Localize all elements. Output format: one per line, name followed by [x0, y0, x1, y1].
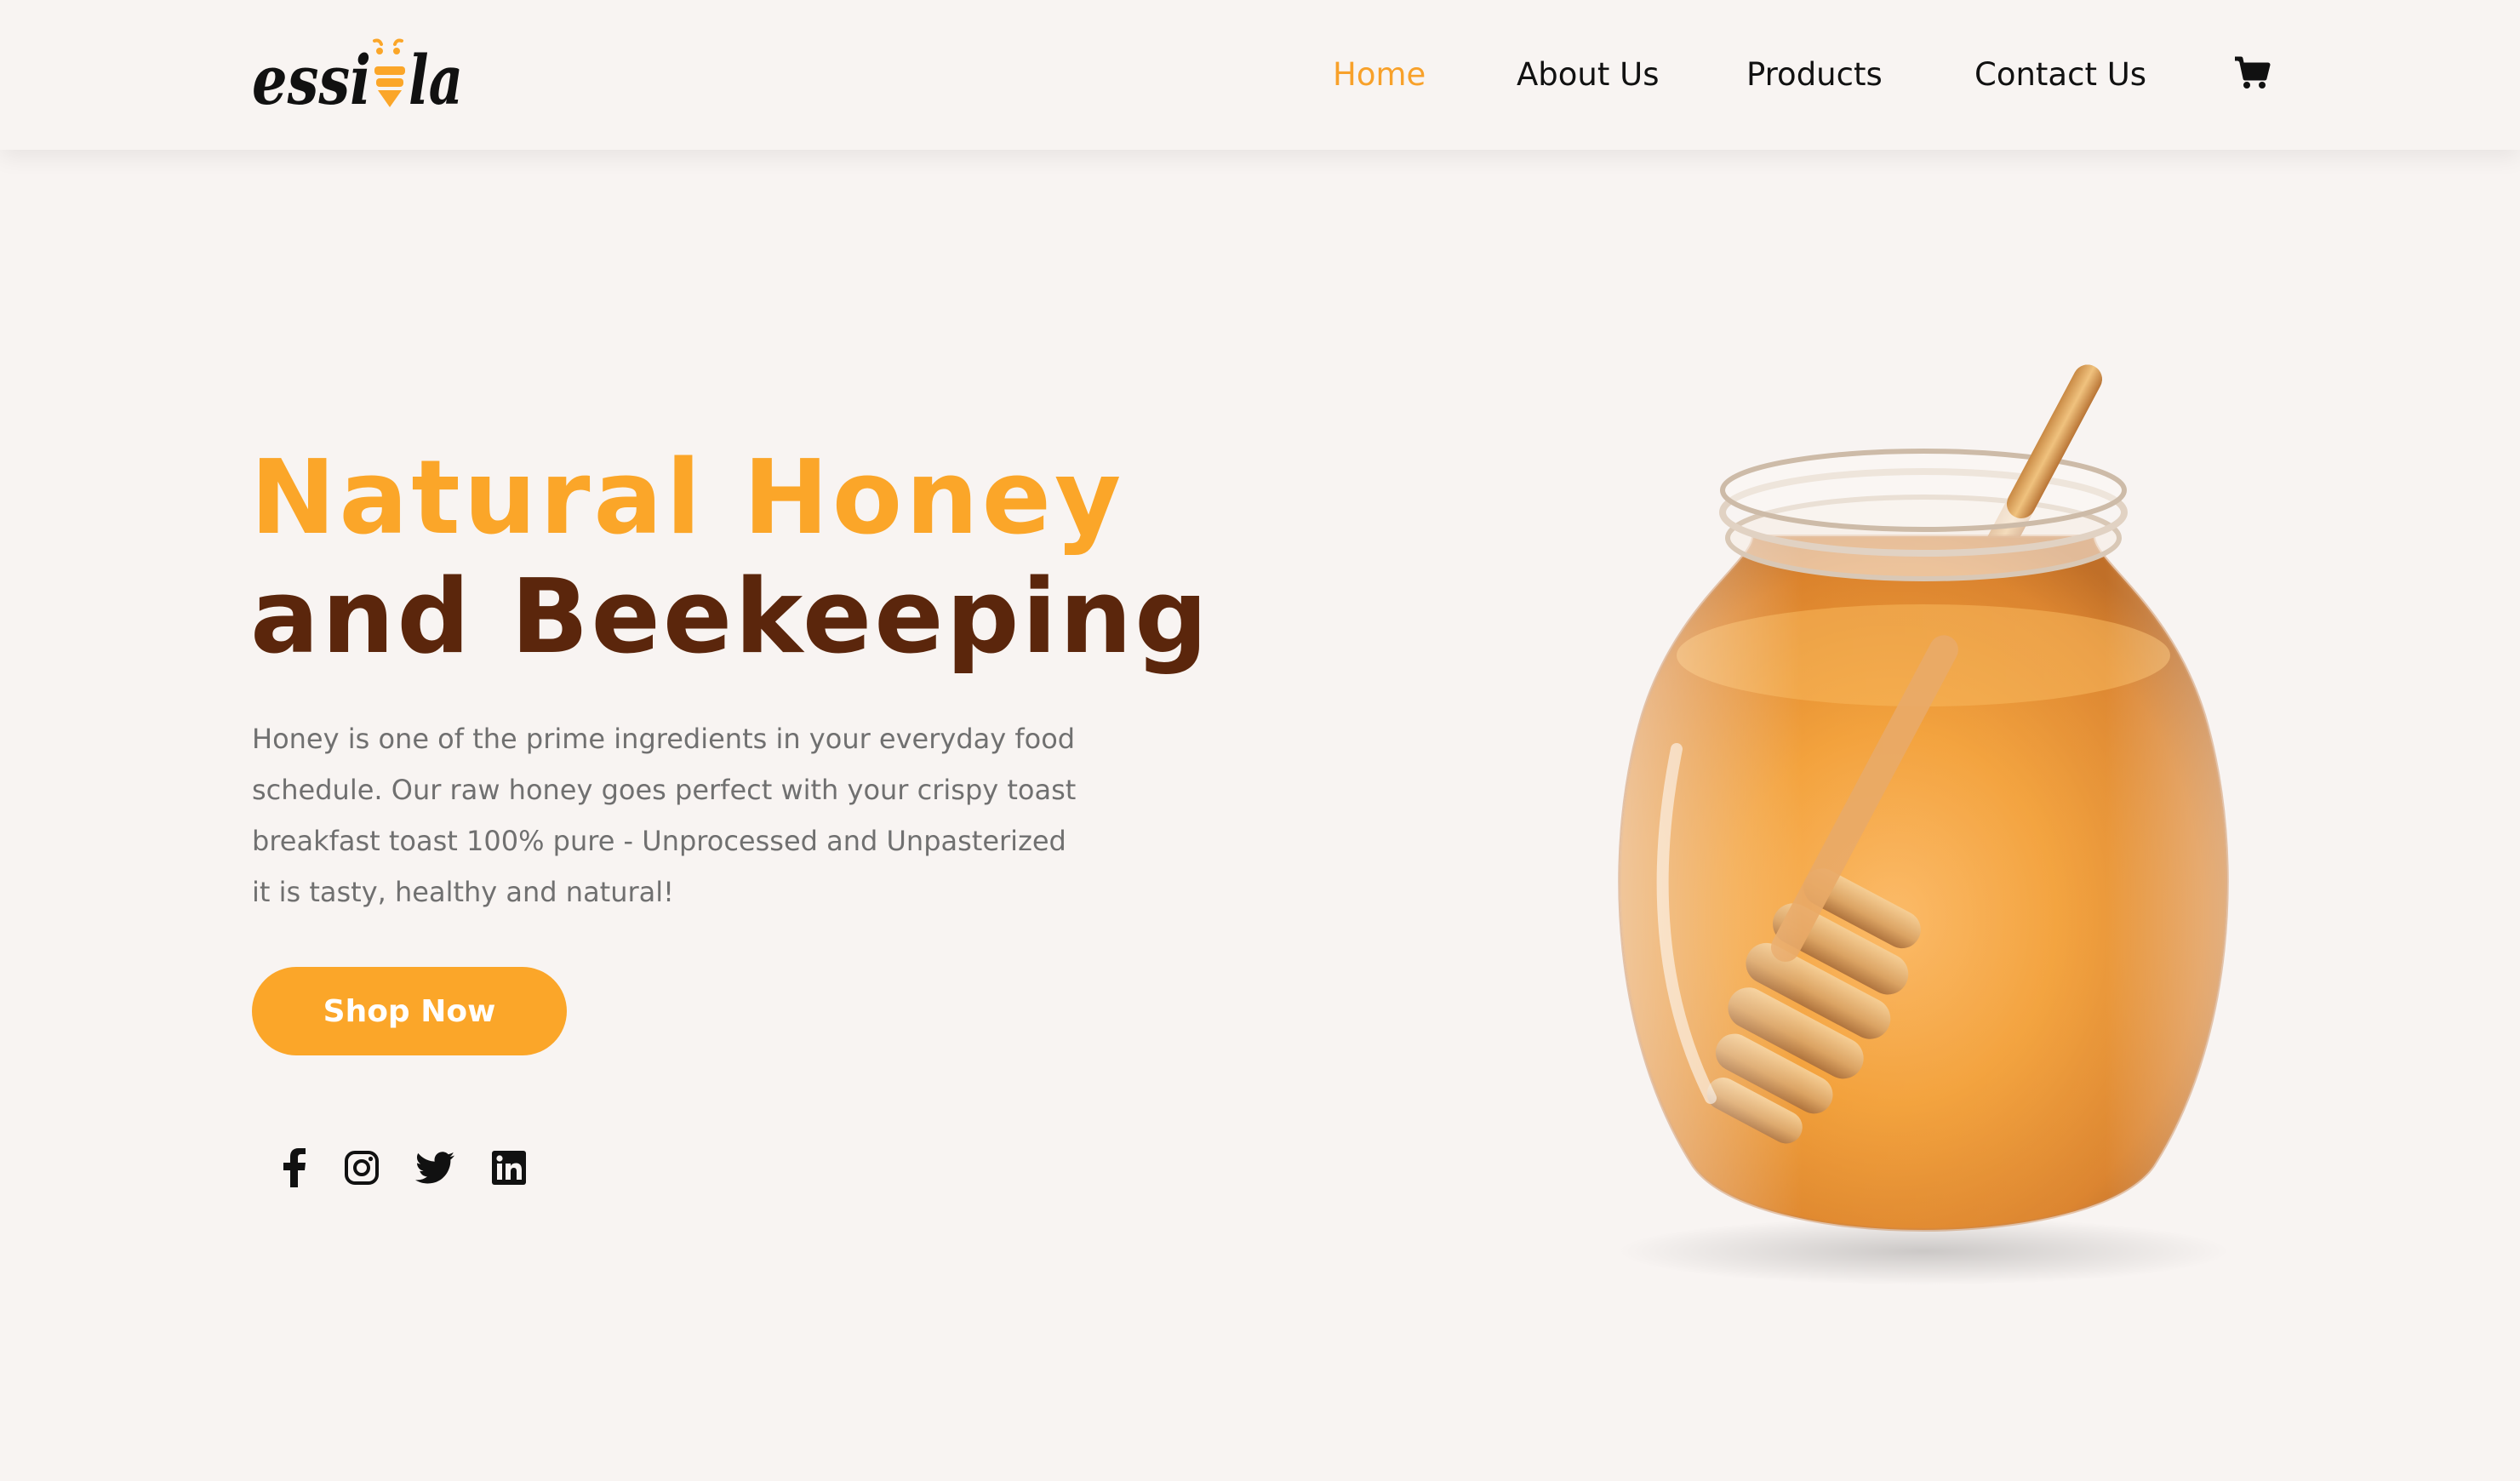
linkedin-icon[interactable]: [487, 1146, 531, 1190]
nav-home[interactable]: Home: [1333, 53, 1426, 97]
honey-jar-image: [1549, 349, 2298, 1294]
hero-title-line-2: and Beekeeping: [250, 558, 1211, 677]
nav-contact-us[interactable]: Contact Us: [1974, 53, 2146, 97]
hero-description-line: breakfast toast 100% pure - Unprocessed …: [252, 825, 1066, 857]
hero-description: Honey is one of the prime ingredients in…: [252, 713, 1103, 918]
hero-title-line-1: Natural Honey: [250, 439, 1125, 558]
svg-text:la: la: [409, 40, 463, 116]
site-header: essila essi la Home About Us Products Co…: [0, 0, 2520, 150]
facebook-icon[interactable]: [272, 1146, 317, 1190]
instagram-icon[interactable]: [340, 1146, 384, 1190]
brand-logo[interactable]: essila essi la: [252, 31, 465, 120]
page: essila essi la Home About Us Products Co…: [0, 0, 2520, 1481]
svg-text:essi: essi: [252, 40, 371, 116]
nav-products[interactable]: Products: [1746, 53, 1883, 97]
hero-description-line: it is tasty, healthy and natural!: [252, 876, 674, 908]
twitter-icon[interactable]: [413, 1146, 457, 1190]
hero-description-line: schedule. Our raw honey goes perfect wit…: [252, 774, 1077, 806]
hero-description-line: Honey is one of the prime ingredients in…: [252, 723, 1076, 755]
shopping-cart-icon[interactable]: [2233, 56, 2271, 90]
shop-now-button[interactable]: Shop Now: [252, 967, 567, 1055]
logo-wordmark: essila essi la: [252, 38, 463, 120]
nav-about-us[interactable]: About Us: [1517, 53, 1660, 97]
